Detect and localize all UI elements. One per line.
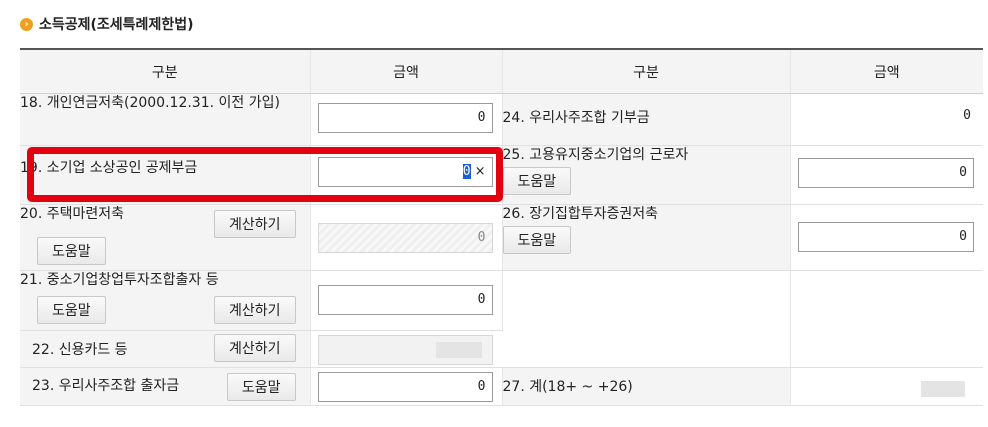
table-row: 18. 개인연금저축(2000.12.31. 이전 가입) 0 24. 우리사주… [20, 93, 983, 146]
clear-icon[interactable]: × [475, 164, 486, 179]
row20-help-button[interactable]: 도움말 [37, 237, 106, 265]
row19-label: 19. 소기업 소상공인 공제부금 [20, 145, 311, 205]
row25-label: 25. 고용유지중소기업의 근로자 [502, 147, 689, 163]
row19-amount-value: 0 [462, 164, 471, 179]
row24-amount-value: 0 [963, 108, 971, 123]
row26-amount-input[interactable]: 0 [797, 222, 974, 252]
row22-amount-input [317, 335, 493, 365]
row23-help-button[interactable]: 도움말 [226, 373, 296, 401]
row26-label: 26. 장기집합투자증권저축 [502, 206, 659, 222]
row18-label: 18. 개인연금저축(2000.12.31. 이전 가입) [20, 93, 311, 146]
table-row: 23. 우리사주조합 출자금 도움말 0 27. 계(18+ ~ +26) [20, 367, 983, 406]
table-row: 21. 중소기업창업투자조합출자 등 도움말 계산하기 0 [20, 270, 983, 368]
arrow-right-circle-icon: › [20, 17, 33, 31]
row27-label: 27. 계(18+ ~ +26) [502, 367, 791, 406]
deduction-table: 구분 금액 구분 금액 18. 개인연금저축(2000.12.31. 이전 가입… [20, 48, 983, 406]
row25-help-button[interactable]: 도움말 [502, 167, 572, 195]
row23-amount-input[interactable]: 0 [317, 372, 493, 402]
row21-help-button[interactable]: 도움말 [37, 296, 106, 324]
section-title-text: 소득공제(조세특례제한법) [39, 17, 194, 33]
table-header-row: 구분 금액 구분 금액 [20, 48, 983, 94]
table-row: 20. 주택마련저축 계산하기 도움말 0 26. 장기집합투자증권저축 도움말… [20, 204, 983, 271]
row19-amount-input[interactable]: 0 × [317, 157, 493, 187]
header-category-left: 구분 [20, 48, 311, 94]
row21-calculate-button[interactable]: 계산하기 [213, 296, 296, 324]
row21-amount-input[interactable]: 0 [317, 285, 493, 315]
masked-value [436, 342, 482, 358]
table-row: 19. 소기업 소상공인 공제부금 0 × 25. 고용유지중소기업의 근로자 도… [20, 145, 983, 205]
header-amount-right: 금액 [790, 48, 983, 94]
row22-label: 22. 신용카드 등 [32, 342, 128, 358]
row24-label: 24. 우리사주조합 기부금 [502, 93, 791, 146]
section-title: › 소득공제(조세특례제한법) [20, 14, 193, 34]
row20-amount-input: 0 [317, 223, 493, 253]
row22-calculate-button[interactable]: 계산하기 [213, 334, 296, 362]
row25-amount-input[interactable]: 0 [797, 158, 974, 188]
header-category-right: 구분 [502, 48, 791, 94]
total-masked-value [921, 381, 965, 397]
row21-label: 21. 중소기업창업투자조합출자 등 [20, 272, 219, 288]
header-amount-left: 금액 [310, 48, 503, 94]
row20-calculate-button[interactable]: 계산하기 [213, 210, 296, 238]
row20-label: 20. 주택마련저축 [20, 206, 124, 222]
row26-help-button[interactable]: 도움말 [502, 226, 572, 254]
row23-label: 23. 우리사주조합 출자금 [32, 378, 180, 394]
row18-amount-input[interactable]: 0 [317, 103, 493, 133]
